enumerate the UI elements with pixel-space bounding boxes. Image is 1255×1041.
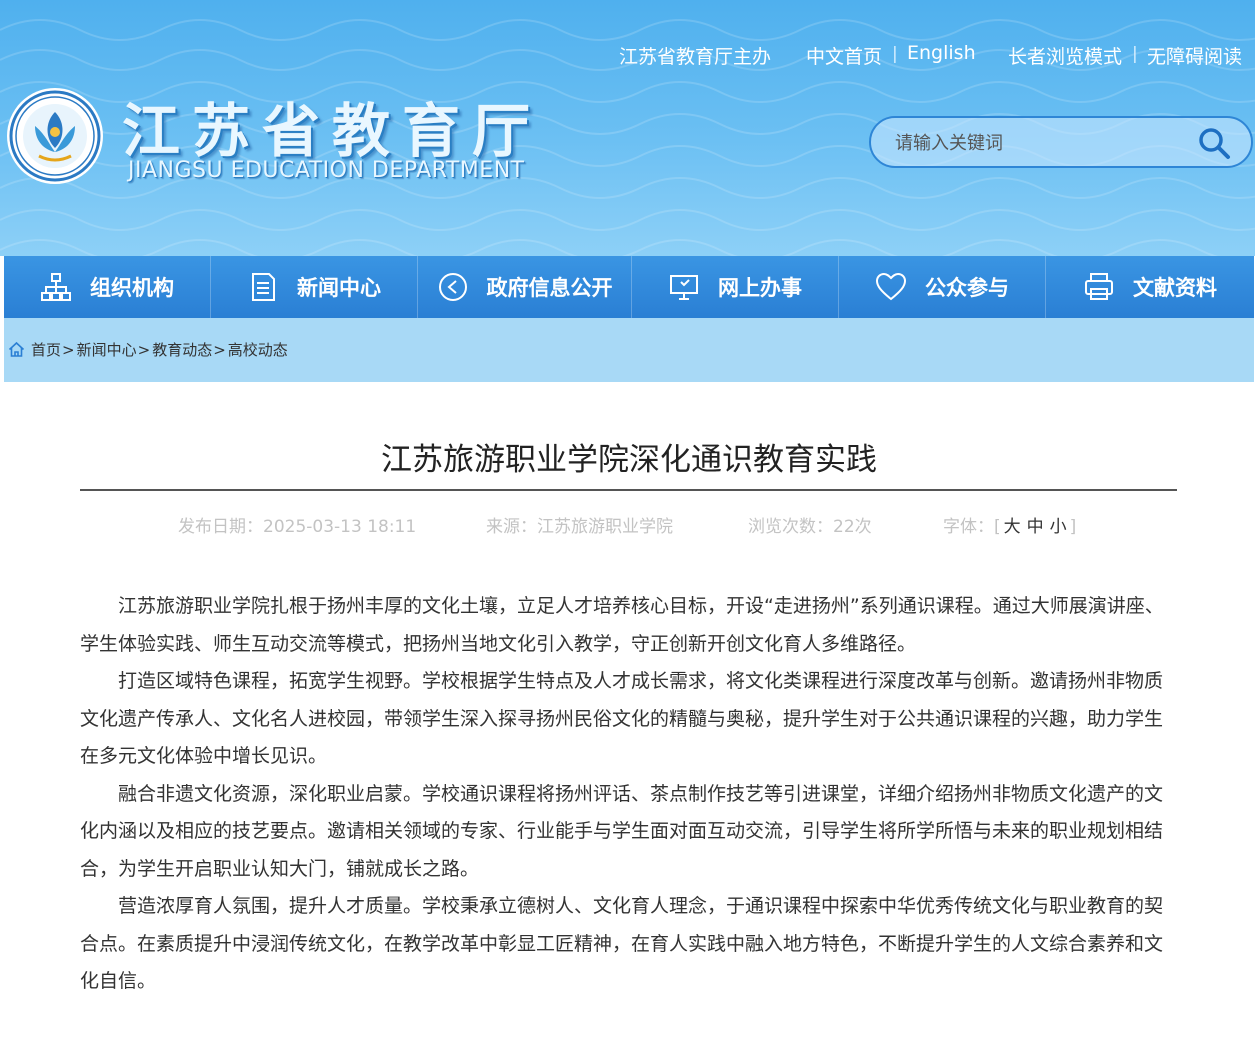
nav-item-documents[interactable]: 文献资料 <box>1046 256 1254 318</box>
nav-label: 网上办事 <box>718 276 802 300</box>
top-links-bar: 江苏省教育厅主办 中文首页 | English 长者浏览模式 | 无障碍阅读 <box>0 42 1255 68</box>
source-value: 江苏旅游职业学院 <box>537 517 673 537</box>
bracket-close: ] <box>1069 517 1077 537</box>
separator: | <box>1132 44 1138 64</box>
nav-label: 新闻中心 <box>297 276 381 300</box>
article-paragraph: 营造浓厚育人氛围，提升人才质量。学校秉承立德树人、文化育人理念，于通识课程中探索… <box>80 895 1164 992</box>
breadcrumb-separator: > <box>62 340 75 359</box>
breadcrumb-band: 首页 > 新闻中心 > 教育动态 > 高校动态 <box>4 318 1254 382</box>
font-size-large[interactable]: 大 <box>1004 517 1021 537</box>
separator: | <box>892 44 898 64</box>
host-text: 江苏省教育厅主办 <box>619 46 772 68</box>
search-box <box>869 116 1253 168</box>
nav-item-organization[interactable]: 组织机构 <box>4 256 211 318</box>
org-chart-icon <box>41 273 71 301</box>
source: 来源：江苏旅游职业学院 <box>486 512 673 537</box>
font-size-label: 字体： <box>943 517 994 537</box>
search-icon[interactable] <box>1197 126 1231 160</box>
view-count: 浏览次数：22次 <box>748 512 872 537</box>
site-name-en: JIANGSU EDUCATION DEPARTMENT <box>128 158 525 183</box>
article-body: 江苏旅游职业学院扎根于扬州丰厚的文化土壤，立足人才培养核心目标，开设“走进扬州”… <box>80 588 1177 1001</box>
home-link[interactable]: 中文首页 <box>806 42 882 69</box>
elder-mode-link[interactable]: 长者浏览模式 <box>1008 42 1122 69</box>
article-paragraph: 融合非遗文化资源，深化职业启蒙。学校通识课程将扬州评话、茶点制作技艺等引进课堂，… <box>80 782 1164 880</box>
printer-icon <box>1085 273 1113 300</box>
breadcrumb-separator: > <box>213 340 226 359</box>
publish-date-label: 发布日期： <box>178 517 263 537</box>
heart-icon <box>875 272 907 301</box>
title-divider <box>80 489 1177 491</box>
home-icon[interactable] <box>8 341 25 358</box>
site-header: 江苏省教育厅主办 中文首页 | English 长者浏览模式 | 无障碍阅读 江… <box>0 0 1255 256</box>
nav-label: 政府信息公开 <box>486 276 613 300</box>
breadcrumb-education-news[interactable]: 教育动态 <box>152 339 212 360</box>
nav-item-public-participation[interactable]: 公众参与 <box>839 256 1046 318</box>
bracket-open: [ <box>994 517 1001 537</box>
font-size-small[interactable]: 小 <box>1050 517 1067 537</box>
article-paragraph: 打造区域特色课程，拓宽学生视野。学校根据学生特点及人才成长需求，将文化类课程进行… <box>80 670 1164 767</box>
breadcrumb-separator: > <box>137 340 151 359</box>
nav-label: 文献资料 <box>1133 276 1217 300</box>
view-count-value: 22次 <box>833 517 872 537</box>
article-title: 江苏旅游职业学院深化通识教育实践 <box>381 442 877 478</box>
breadcrumb: 首页 > 新闻中心 > 教育动态 > 高校动态 <box>8 339 288 360</box>
publish-date-value: 2025-03-13 18:11 <box>263 517 417 537</box>
emblem-logo-icon[interactable] <box>5 86 105 186</box>
breadcrumb-university-news[interactable]: 高校动态 <box>228 339 288 360</box>
breadcrumb-news-center[interactable]: 新闻中心 <box>77 339 137 360</box>
view-count-label: 浏览次数： <box>748 517 833 537</box>
nav-item-news[interactable]: 新闻中心 <box>211 256 418 318</box>
site-name-cn: 江苏省教育厅 <box>122 97 543 165</box>
font-size-medium[interactable]: 中 <box>1027 517 1044 537</box>
breadcrumb-home[interactable]: 首页 <box>31 339 61 360</box>
english-link[interactable]: English <box>907 42 976 64</box>
play-circle-icon <box>438 273 467 301</box>
nav-label: 组织机构 <box>90 276 174 300</box>
article-paragraph: 江苏旅游职业学院扎根于扬州丰厚的文化土壤，立足人才培养核心目标，开设“走进扬州”… <box>80 595 1164 655</box>
article-meta: 发布日期：2025-03-13 18:11 来源：江苏旅游职业学院 浏览次数：2… <box>4 512 1254 537</box>
nav-item-gov-info[interactable]: 政府信息公开 <box>418 256 632 318</box>
main-nav: 组织机构 新闻中心 政府信息公开 网上办事 公众参与 文献资料 <box>4 256 1254 318</box>
nav-item-online-services[interactable]: 网上办事 <box>632 256 839 318</box>
nav-label: 公众参与 <box>925 276 1009 300</box>
source-label: 来源： <box>486 517 537 537</box>
monitor-icon <box>670 275 698 300</box>
document-icon <box>252 273 275 301</box>
accessible-reading-link[interactable]: 无障碍阅读 <box>1147 42 1242 69</box>
font-size-control: 字体：[大中小] <box>943 512 1076 537</box>
publish-date: 发布日期：2025-03-13 18:11 <box>178 512 416 537</box>
search-input[interactable] <box>895 130 1185 156</box>
article-container: 江苏旅游职业学院深化通识教育实践 发布日期：2025-03-13 18:11 来… <box>4 382 1254 1041</box>
